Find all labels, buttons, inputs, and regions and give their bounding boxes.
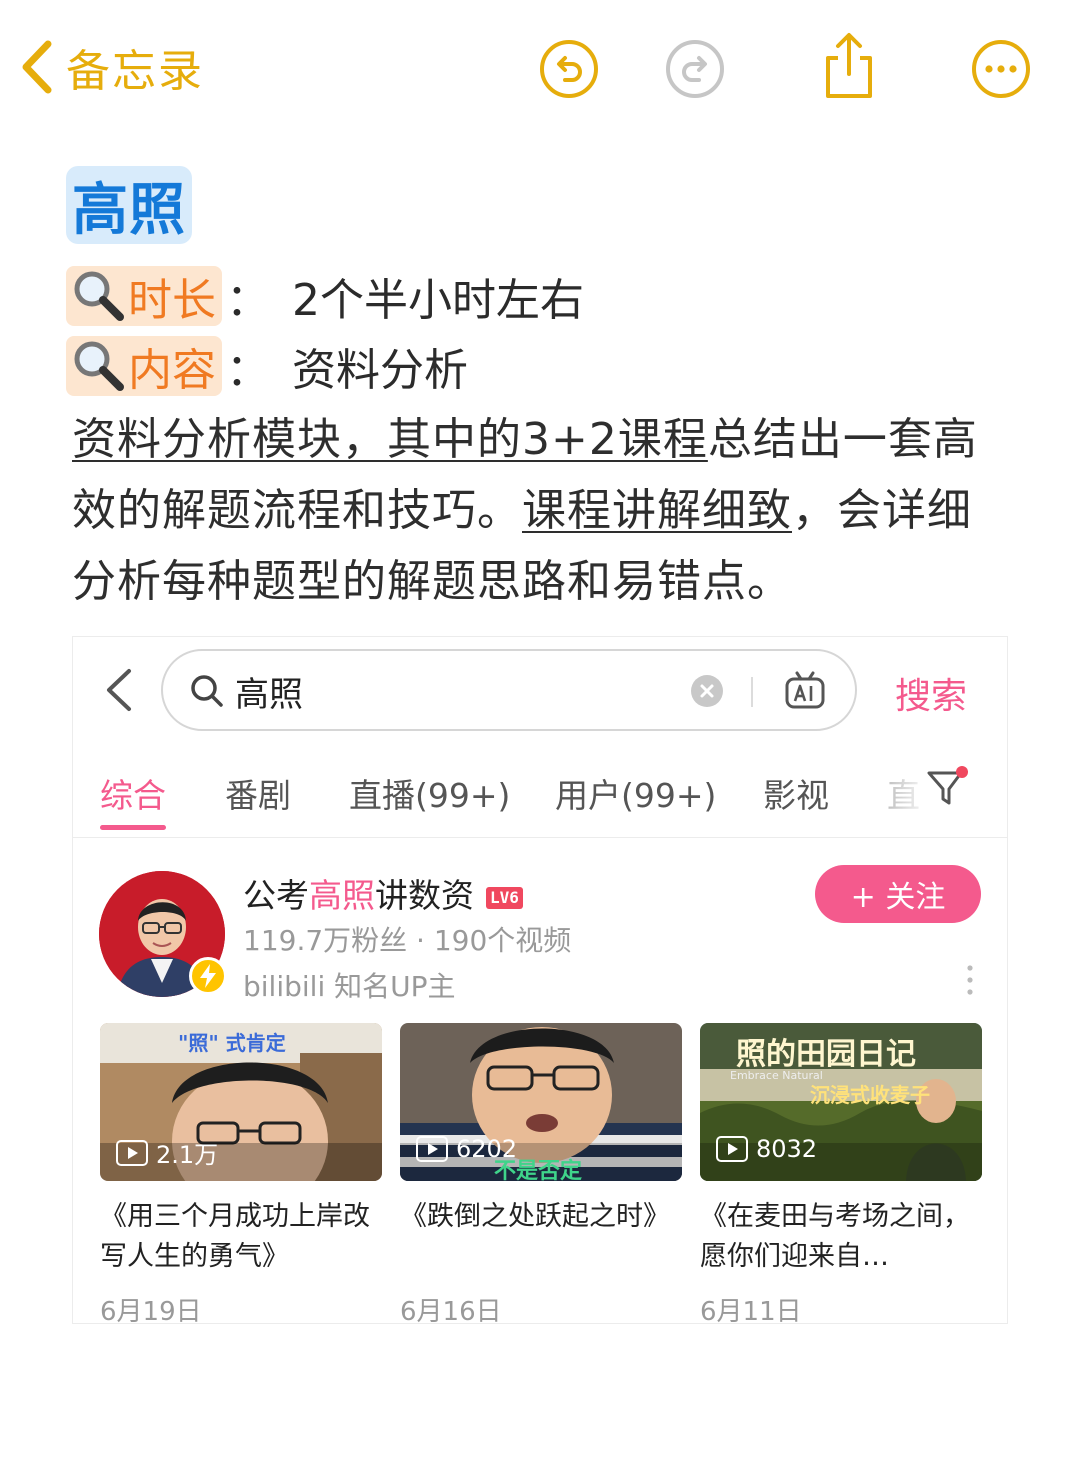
play-count-value: 2.1万	[156, 1141, 219, 1169]
video-title: 《在麦田与考场之间，愿你们迎来自…	[700, 1201, 970, 1272]
thumbnail-overlay-text: 照的田园日记	[736, 1037, 916, 1072]
note-paragraph: 资料分析模块，其中的3+2课程总结出一套高效的解题流程和技巧。课程讲解细致，会详…	[72, 404, 1012, 617]
colon: ：	[226, 275, 270, 326]
more-icon	[972, 40, 1030, 98]
chevron-left-icon[interactable]	[101, 667, 137, 713]
uploader-name[interactable]: 公考高照讲数资 LV6	[243, 869, 523, 917]
video-date: 6月11日	[700, 1297, 802, 1324]
video-date: 6月16日	[400, 1297, 502, 1324]
play-count: 8032	[716, 1135, 817, 1163]
divider	[73, 837, 1007, 838]
tab-live[interactable]: 直播(99+)	[349, 769, 510, 817]
underlined-text: 课程讲解细致	[522, 485, 792, 536]
duration-value: 2个半小时左右	[292, 275, 584, 326]
back-button[interactable]: 备忘录	[18, 34, 204, 100]
uploader-name-highlight: 高照	[309, 876, 375, 915]
video-card[interactable]: "照" 式肯定 2.1万 《用三个月成功上岸改写人生的勇气》 6月19日	[100, 1023, 382, 1324]
video-thumbnail: "照" 式肯定 2.1万	[100, 1023, 382, 1181]
play-count: 2.1万	[116, 1135, 218, 1170]
redo-button[interactable]	[664, 38, 726, 100]
more-vertical-icon[interactable]	[963, 963, 977, 997]
search-tabs: 综合 番剧 直播(99+) 用户(99+) 影视 直	[73, 761, 1007, 839]
tab-bangumi[interactable]: 番剧	[225, 769, 291, 817]
video-thumbnail: 照的田园日记 Embrace Natural 沉浸式收麦子 8032	[700, 1023, 982, 1181]
video-card[interactable]: 不是否定 6202 《跌倒之处跃起之时》 6月16日	[400, 1023, 682, 1324]
play-count-value: 8032	[756, 1135, 818, 1163]
clear-icon[interactable]	[691, 675, 723, 707]
underlined-text: 资料分析模块，其中的3+2课程	[72, 414, 708, 465]
search-button[interactable]: 搜索	[895, 667, 967, 719]
video-date: 6月19日	[100, 1297, 202, 1324]
chevron-left-icon	[22, 40, 52, 94]
search-input[interactable]	[235, 667, 675, 715]
play-icon	[416, 1136, 448, 1162]
back-label: 备忘录	[66, 46, 204, 97]
uploader-role: bilibili 知名UP主	[243, 970, 456, 1003]
level-badge: LV6	[486, 886, 523, 909]
duration-key: 时长	[128, 275, 216, 326]
undo-icon	[540, 40, 598, 98]
undo-button[interactable]	[538, 38, 600, 100]
content-line: 内容 ： 资料分析	[66, 336, 468, 396]
ai-icon[interactable]	[783, 669, 827, 713]
embedded-screenshot: 搜索 综合 番剧 直播(99+) 用户(99+) 影视 直	[72, 636, 1008, 1324]
note-title: 高照	[66, 166, 192, 244]
play-count-value: 6202	[456, 1135, 518, 1163]
divider	[751, 677, 753, 707]
content-tag: 内容	[66, 336, 222, 396]
redo-icon	[666, 40, 724, 98]
tab-film[interactable]: 影视	[763, 769, 829, 817]
play-count: 6202	[416, 1135, 517, 1163]
verified-badge-icon	[189, 957, 227, 995]
search-bar[interactable]	[161, 649, 857, 731]
notes-toolbar: 备忘录	[0, 0, 1080, 130]
video-title: 《跌倒之处跃起之时》	[400, 1201, 670, 1232]
tab-users[interactable]: 用户(99+)	[555, 769, 716, 817]
magnifier-icon	[74, 271, 124, 321]
follow-button[interactable]: + 关注	[815, 865, 981, 923]
uploader-stats: 119.7万粉丝 · 190个视频	[243, 924, 572, 957]
video-card[interactable]: 照的田园日记 Embrace Natural 沉浸式收麦子 8032 《在麦田与…	[700, 1023, 982, 1324]
video-title: 《用三个月成功上岸改写人生的勇气》	[100, 1201, 370, 1272]
play-icon	[716, 1136, 748, 1162]
thumbnail-overlay-subtext: Embrace Natural	[730, 1069, 823, 1082]
thumbnail-overlay-text: "照" 式肯定	[178, 1031, 286, 1055]
active-tab-indicator	[100, 825, 166, 830]
content-value: 资料分析	[292, 345, 468, 396]
play-icon	[116, 1139, 148, 1166]
video-thumbnail: 不是否定 6202	[400, 1023, 682, 1181]
duration-line: 时长 ： 2个半小时左右	[66, 266, 584, 326]
uploader-name-prefix: 公考	[243, 876, 309, 915]
content-key: 内容	[128, 345, 216, 396]
uploader-name-suffix: 讲数资	[375, 876, 474, 915]
share-icon	[826, 33, 872, 98]
thumbnail-overlay-subtitle: 沉浸式收麦子	[810, 1083, 930, 1107]
magnifier-icon	[74, 341, 124, 391]
tab-all[interactable]: 综合	[100, 769, 166, 817]
share-button[interactable]	[818, 30, 880, 102]
more-button[interactable]	[970, 38, 1032, 100]
search-icon	[191, 675, 223, 707]
colon: ：	[226, 345, 270, 396]
filter-icon[interactable]	[925, 765, 969, 809]
duration-tag: 时长	[66, 266, 222, 326]
